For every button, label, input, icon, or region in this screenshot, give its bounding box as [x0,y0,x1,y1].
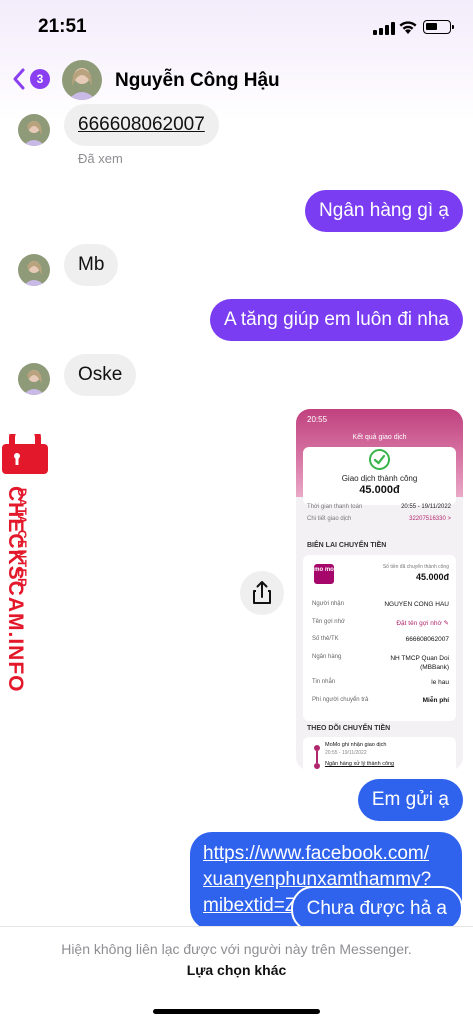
detail-label: Tin nhắn [312,679,336,685]
receipt-status: Giao dịch thành công [341,474,418,483]
detail-value: Miễn phí [422,697,449,704]
transaction-screenshot[interactable]: 20:55 Kết quả giao dịch Giao dịch thành … [296,409,463,771]
tracking-title: THEO DÕI CHUYỂN TIỀN [307,725,391,732]
detail-value: NH TMCP Quan Doi (MBBank) [390,655,449,671]
status-bar: 21:51 [0,16,473,42]
detail-value: NGUYEN CONG HAU [384,601,449,608]
outgoing-message[interactable]: A tăng giúp em luôn đi nha [209,299,463,341]
share-icon [253,581,271,604]
sent-label: Số tiền đã chuyển thành công [382,564,449,570]
incoming-message[interactable]: 666608062007 [64,104,219,146]
watermark-title: CHECKSCAM.INFO [4,486,27,693]
share-button[interactable] [240,571,284,615]
signal-icon [373,22,395,35]
contact-avatar-small[interactable] [18,114,50,146]
receipt-time: 20:55 [307,415,328,424]
messenger-screen: 21:51 3 Nguyễn Công Hậu 666608062007 Đã … [0,0,473,1024]
status-time: 21:51 [38,16,87,37]
back-chevron-icon[interactable] [12,68,26,90]
tracking-step: Ngân hàng xử lý thành công [325,761,395,767]
detail-label: Ngân hàng [312,654,342,660]
contact-name[interactable]: Nguyễn Công Hậu [115,70,280,92]
contact-avatar[interactable] [62,60,102,100]
incoming-message[interactable]: Mb [64,244,119,286]
tracking-dot [314,763,320,769]
detail-value: le hau [431,679,449,686]
code-value: 32207516330 > [409,516,451,522]
contact-avatar-small[interactable] [18,363,50,395]
outgoing-message[interactable]: Em gửi ạ [357,779,463,821]
other-options-button[interactable]: Lựa chọn khác [0,962,473,978]
detail-value: 666608062007 [405,636,449,643]
tracking-line [316,751,318,763]
momo-logo: mo mo [314,564,334,584]
detail-label: Tên gợi nhớ [312,619,345,625]
composer-unavailable-bar: Hiện không liên lạc được với người này t… [0,926,473,1024]
receipt-section-title: BIÊN LAI CHUYỂN TIỀN [307,542,387,549]
detail-label: Người nhận [312,601,344,607]
battery-icon [423,20,454,34]
time-label: Thời gian thanh toán [307,504,363,510]
link-text-line[interactable]: https://www.facebook.com/ [203,841,448,867]
code-label: Chi tiết giao dịch [307,516,352,522]
receipt-amount: 45.000đ [359,484,400,496]
detail-label: Số thẻ/TK [312,636,339,642]
contact-avatar-small[interactable] [18,254,50,286]
sent-amount: 45.000đ [415,572,449,582]
unread-count-badge[interactable]: 3 [30,69,50,89]
seen-indicator: Đã xem [78,151,123,166]
success-check-icon [369,449,390,470]
conversation-header: 3 Nguyễn Công Hậu [0,58,473,104]
incoming-message[interactable]: Oske [64,354,137,396]
time-value: 20:55 - 19/11/2022 [401,504,451,510]
tracking-step-time: 20:55 - 19/11/2022 [325,750,367,756]
wifi-icon [399,21,417,34]
outgoing-message[interactable]: Ngân hàng gì ạ [305,190,463,232]
receipt-page-title: Kết quả giao dịch [352,434,407,441]
unavailable-notice: Hiện không liên lạc được với người này t… [61,941,412,957]
tracking-step: MoMo ghi nhận giao dịch [325,742,387,748]
detail-label: Phí người chuyển trả [312,697,369,703]
home-indicator [153,1009,320,1014]
detail-value: Đặt tên gợi nhớ ✎ [396,620,449,627]
